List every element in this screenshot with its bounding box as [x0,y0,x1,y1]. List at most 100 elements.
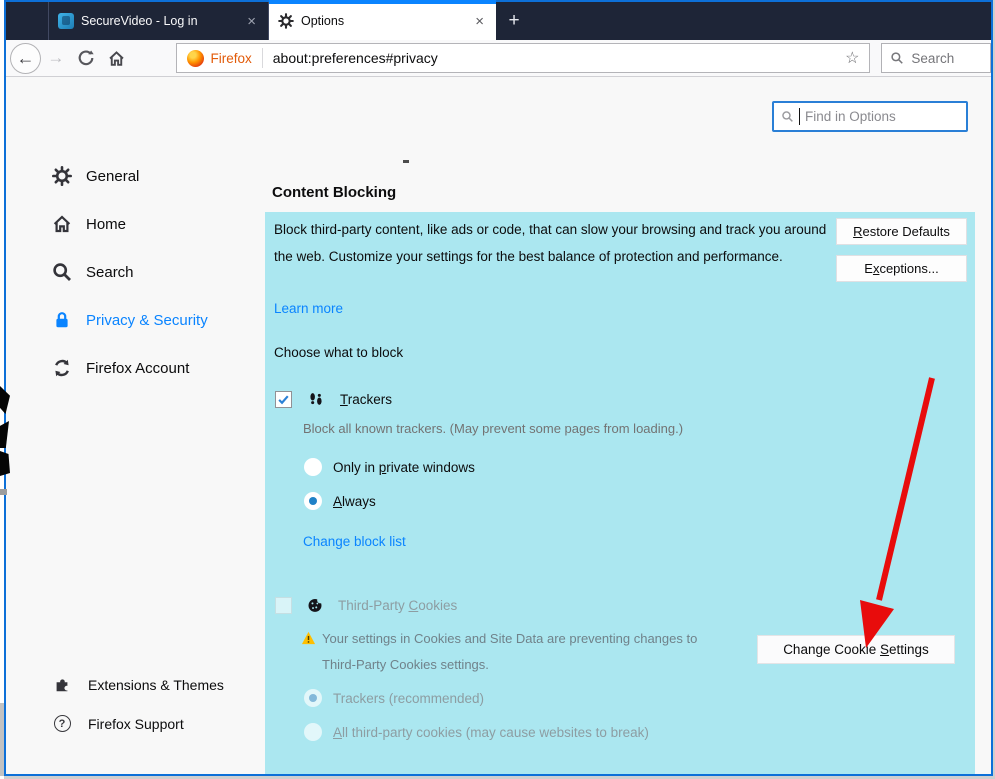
sidebar-item-label: General [86,167,140,185]
radio-label: All third-party cookies (may cause websi… [333,724,649,740]
sidebar-item-label: Extensions & Themes [88,676,224,693]
screen: SecureVideo - Log in × Options × + ← → F… [0,0,995,779]
background-window-artifact [0,451,10,476]
radio-label[interactable]: Always [333,494,376,509]
radio-trackers-recommended-disabled [304,689,322,707]
navigation-toolbar: ← → Firefox about:preferences#privacy ☆ … [6,40,992,77]
toolbar-search-box[interactable]: Search [881,43,992,73]
sidebar-item-label: Firefox Account [86,359,190,377]
change-block-list-link[interactable]: Change block list [303,534,406,549]
choose-what-to-block-label: Choose what to block [274,345,404,360]
radio-trackers-recommended-row: Trackers (recommended) [304,689,484,707]
sidebar-item-home[interactable]: Home [52,200,272,248]
radio-only-private-windows[interactable] [304,458,322,476]
tab-options[interactable]: Options × [269,0,496,40]
help-icon: ? [52,714,72,734]
warning-icon [301,626,316,678]
sync-icon [52,358,72,378]
url-bar[interactable]: Firefox about:preferences#privacy ☆ [176,43,871,73]
learn-more-link[interactable]: Learn more [274,301,343,316]
radio-all-third-party-disabled [304,723,322,741]
url-text[interactable]: about:preferences#privacy [273,50,835,66]
trackers-label[interactable]: Trackers [340,392,392,407]
sidebar-item-general[interactable]: General [52,152,272,200]
bookmark-star-icon[interactable]: ☆ [835,48,869,68]
sidebar-item-label: Firefox Support [88,715,184,732]
tab-securevideo[interactable]: SecureVideo - Log in × [48,2,269,40]
checkmark-icon [278,394,289,404]
home-icon [52,214,72,234]
chip-separator [261,48,263,68]
sidebar-item-label: Search [86,263,134,281]
close-tab-icon[interactable]: × [472,13,487,30]
back-arrow-icon: ← [16,47,35,68]
cookie-icon [306,595,324,615]
radio-label: Trackers (recommended) [333,690,485,706]
gear-icon [52,166,72,186]
securevideo-favicon-icon [58,13,74,29]
content-blocking-panel: Block third-party content, like ads or c… [265,212,975,774]
radio-all-third-party-row: All third-party cookies (may cause websi… [304,723,649,741]
reload-icon [78,50,94,66]
puzzle-piece-icon [52,675,72,695]
forward-button[interactable]: → [41,48,71,68]
find-in-options-box[interactable] [772,101,968,132]
sidebar-item-search[interactable]: Search [52,248,272,296]
search-icon [52,262,72,282]
radio-always[interactable] [304,492,322,510]
third-party-cookies-row: Third-Party Cookies [275,595,457,615]
home-button[interactable] [101,49,133,68]
search-icon [782,111,793,122]
browser-window: SecureVideo - Log in × Options × + ← → F… [4,0,993,776]
identity-chip: Firefox [177,49,261,67]
search-icon [891,52,904,64]
warning-line-1: Your settings in Cookies and Site Data a… [322,631,698,646]
restore-defaults-button[interactable]: Restore Defaults [836,218,967,245]
identity-label: Firefox [210,50,252,66]
preferences-page: General Home Search [6,77,991,774]
sidebar-item-extensions-themes[interactable]: Extensions & Themes [52,665,282,704]
trackers-description: Block all known trackers. (May prevent s… [303,421,684,436]
trackers-checkbox[interactable] [275,390,292,408]
sidebar-item-firefox-support[interactable]: ? Firefox Support [52,704,282,743]
footprints-icon [307,389,325,409]
find-in-options-input[interactable] [805,109,945,124]
sidebar-footer: Extensions & Themes ? Firefox Support [52,665,282,743]
cookies-warning: Your settings in Cookies and Site Data a… [301,626,697,678]
third-party-cookies-checkbox-disabled [275,596,292,614]
sidebar-item-label: Home [86,215,127,233]
reload-button[interactable] [71,49,101,67]
exceptions-button[interactable]: Exceptions... [836,255,967,282]
background-window-artifact [0,703,4,776]
sidebar-item-privacy-security[interactable]: Privacy & Security [52,296,272,344]
forward-arrow-icon: → [47,48,65,67]
question-mark-glyph: ? [58,717,66,730]
close-tab-icon[interactable]: × [244,13,259,30]
radio-label[interactable]: Only in private windows [333,460,475,475]
text-caret [799,108,800,125]
scroll-artifact [403,160,409,163]
sidebar-item-firefox-account[interactable]: Firefox Account [52,344,272,392]
section-heading: Content Blocking [272,184,397,201]
home-icon [109,50,124,66]
trackers-row: Trackers [275,389,392,409]
back-button[interactable]: ← [10,42,41,74]
radio-always-row: Always [304,492,376,510]
tab-title: Options [301,14,345,28]
background-window-artifact [0,489,7,495]
radio-private-windows-row: Only in private windows [304,458,475,476]
gear-icon [278,11,294,31]
lock-icon [52,310,72,330]
third-party-cookies-label: Third-Party Cookies [338,597,458,613]
sidebar-item-label: Privacy & Security [86,311,208,329]
warning-line-2: Third-Party Cookies settings. [322,657,489,672]
new-tab-button[interactable]: + [496,2,532,40]
tab-bar: SecureVideo - Log in × Options × + [6,0,991,40]
firefox-logo-icon [187,49,205,67]
preferences-sidebar: General Home Search Privacy & Security F… [52,152,272,392]
active-tab-indicator [269,0,496,4]
tab-title: SecureVideo - Log in [81,14,198,28]
search-placeholder: Search [911,50,955,66]
panel-description: Block third-party content, like ads or c… [274,222,827,264]
change-cookie-settings-button[interactable]: Change Cookie Settings [757,635,955,664]
